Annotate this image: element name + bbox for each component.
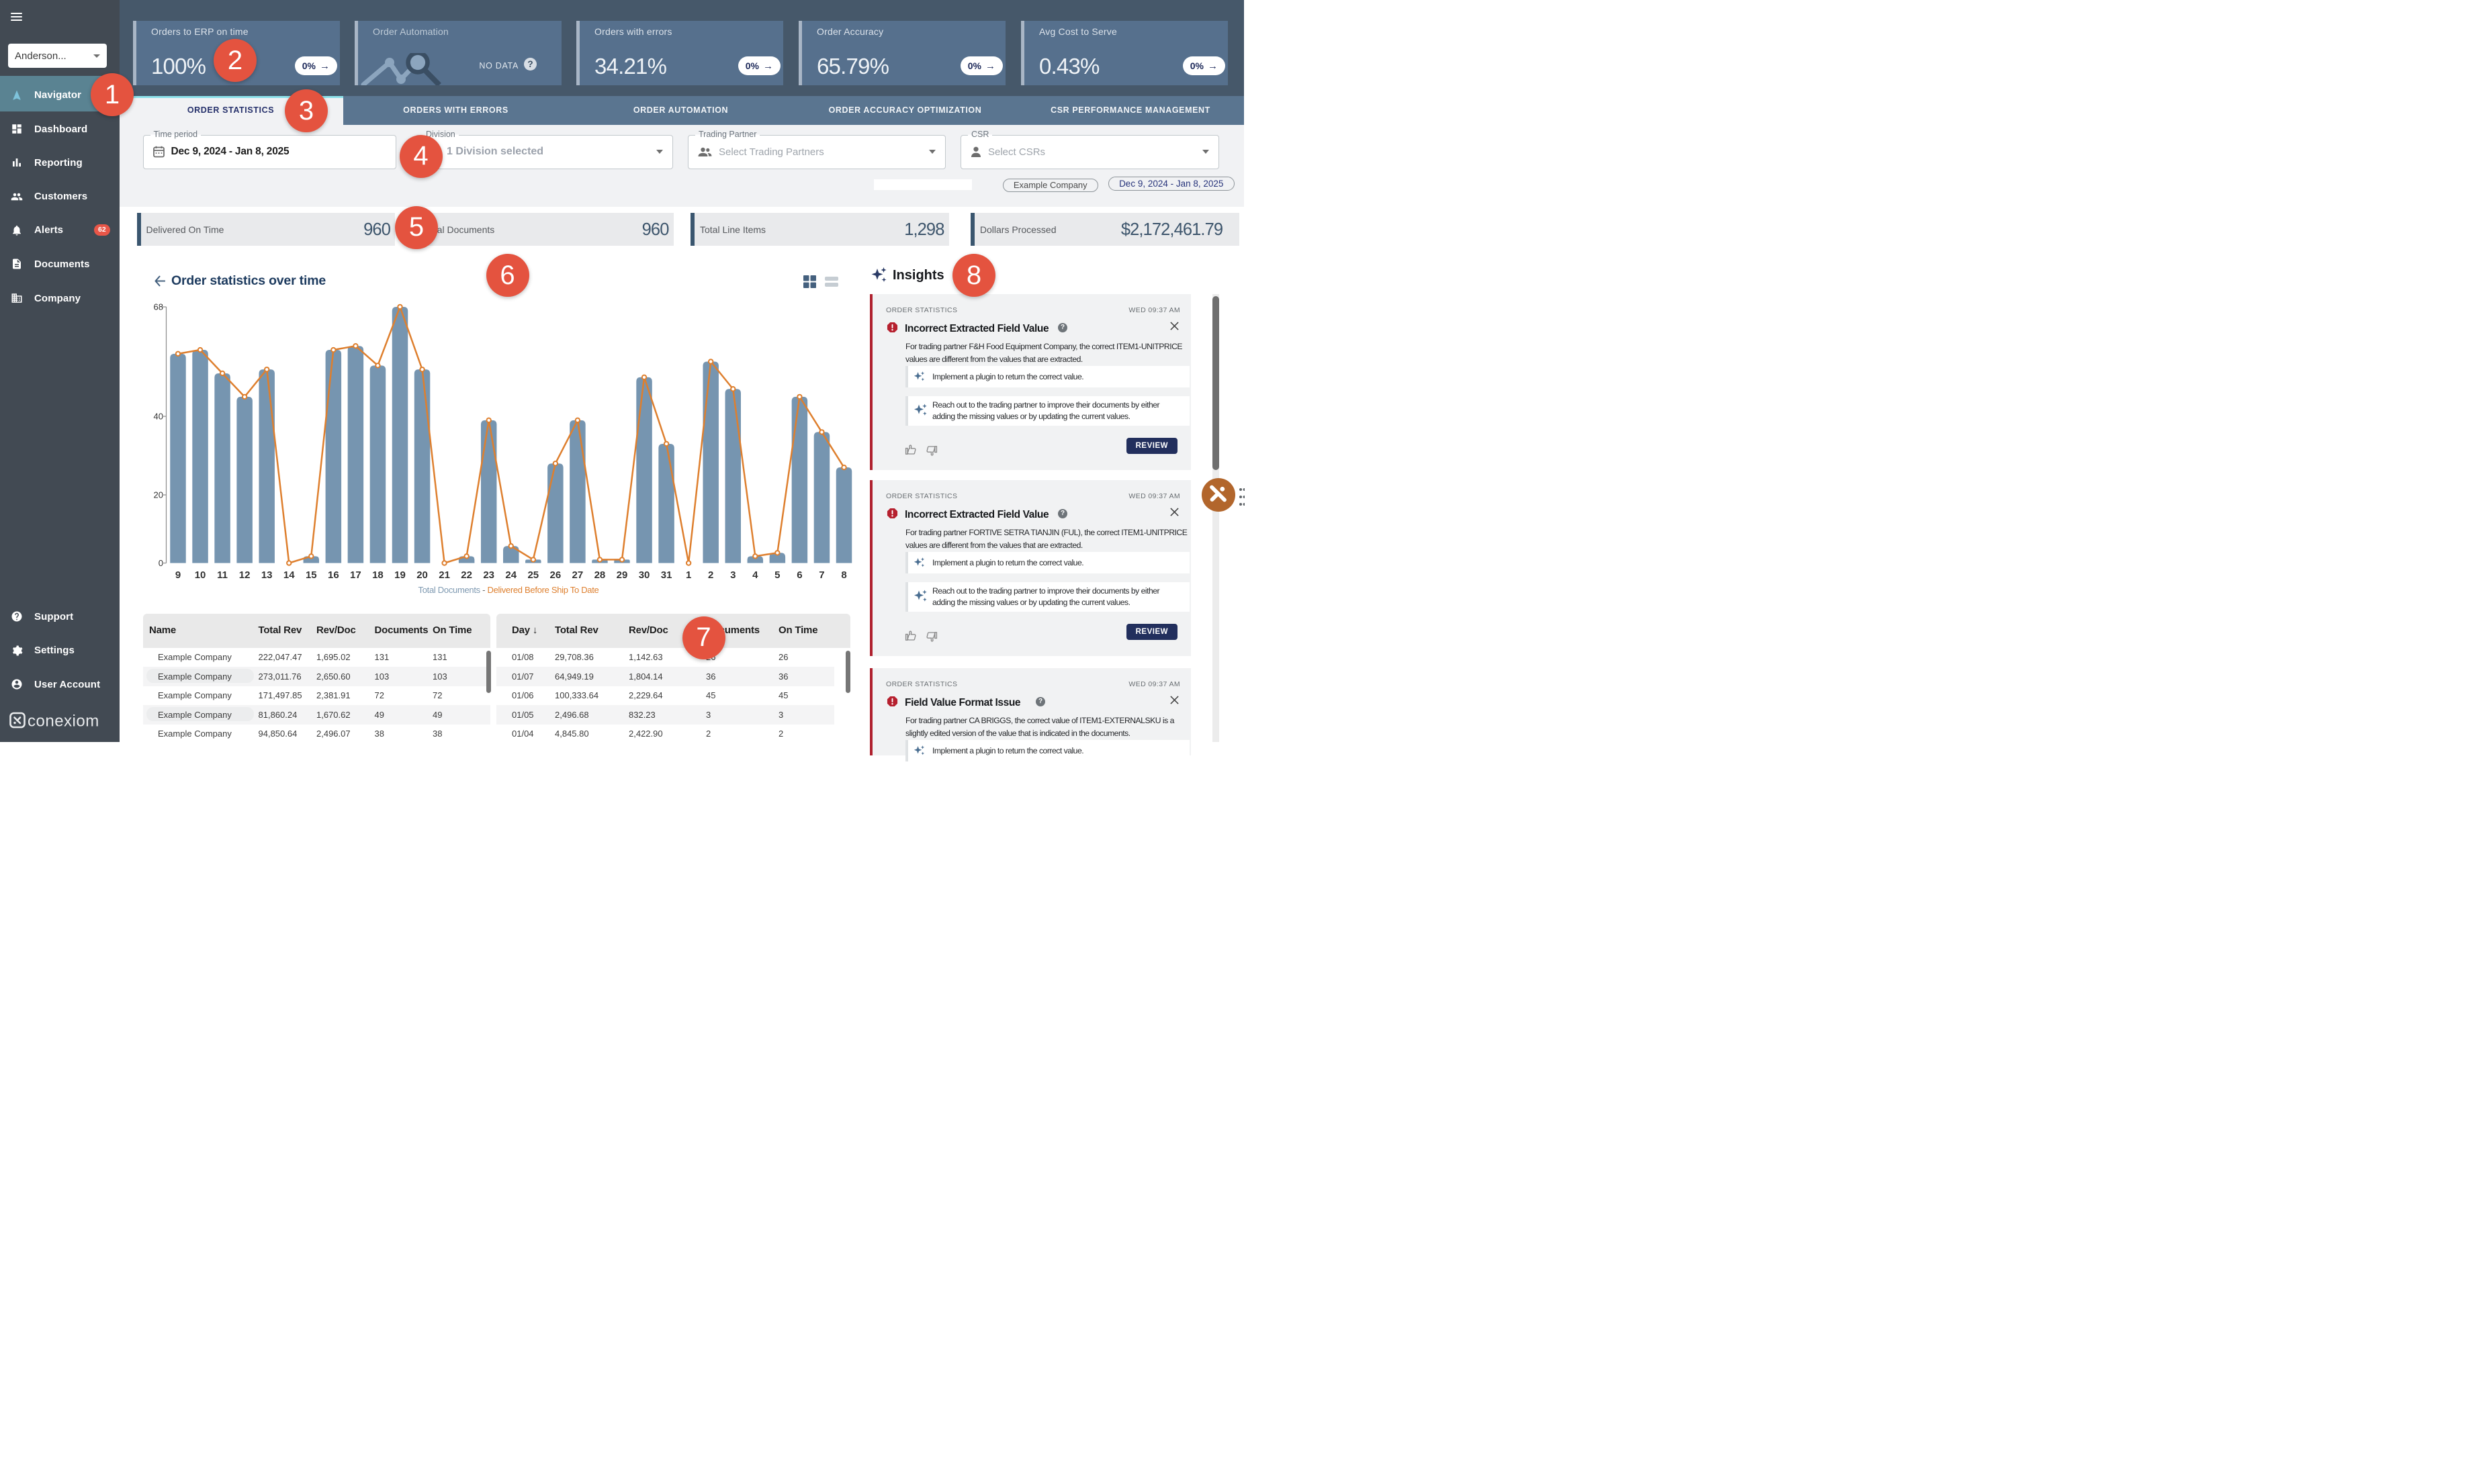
svg-text:14: 14 <box>283 569 295 581</box>
svg-text:17: 17 <box>350 569 361 581</box>
svg-text:27: 27 <box>572 569 584 581</box>
svg-text:9: 9 <box>175 569 181 581</box>
svg-text:21: 21 <box>439 569 450 581</box>
svg-text:3: 3 <box>730 569 736 581</box>
svg-text:24: 24 <box>505 569 517 581</box>
svg-text:2: 2 <box>708 569 713 581</box>
svg-text:68: 68 <box>154 302 163 312</box>
svg-text:10: 10 <box>195 569 206 581</box>
svg-text:8: 8 <box>841 569 846 581</box>
svg-text:31: 31 <box>661 569 672 581</box>
svg-text:26: 26 <box>550 569 562 581</box>
svg-text:22: 22 <box>461 569 472 581</box>
svg-text:11: 11 <box>217 569 228 581</box>
svg-text:40: 40 <box>154 412 163 422</box>
svg-text:5: 5 <box>774 569 780 581</box>
svg-text:20: 20 <box>416 569 428 581</box>
svg-text:20: 20 <box>154 490 163 500</box>
svg-text:15: 15 <box>306 569 317 581</box>
svg-text:30: 30 <box>639 569 650 581</box>
svg-text:1: 1 <box>686 569 691 581</box>
svg-text:16: 16 <box>328 569 339 581</box>
svg-text:13: 13 <box>261 569 273 581</box>
svg-text:6: 6 <box>797 569 802 581</box>
svg-text:4: 4 <box>752 569 758 581</box>
svg-text:28: 28 <box>594 569 606 581</box>
svg-text:conexiom: conexiom <box>28 712 99 730</box>
svg-text:29: 29 <box>617 569 628 581</box>
svg-text:18: 18 <box>372 569 384 581</box>
svg-text:25: 25 <box>527 569 539 581</box>
svg-text:7: 7 <box>819 569 824 581</box>
svg-text:23: 23 <box>483 569 494 581</box>
svg-text:19: 19 <box>394 569 406 581</box>
svg-text:12: 12 <box>239 569 251 581</box>
svg-text:Total Documents - Delivered Be: Total Documents - Delivered Before Ship … <box>418 585 599 595</box>
